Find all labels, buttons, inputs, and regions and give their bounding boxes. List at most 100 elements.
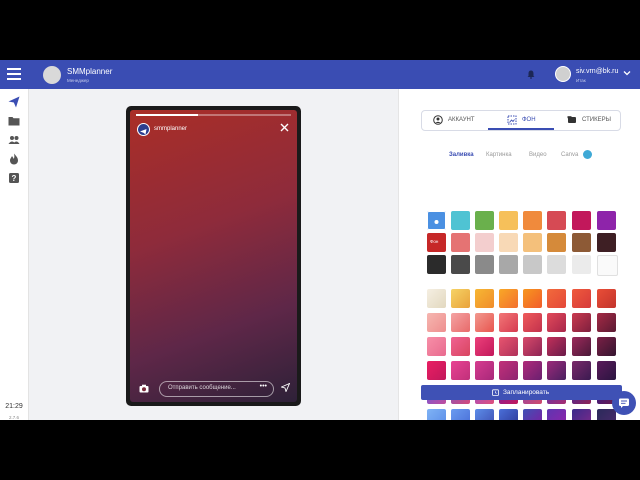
- color-swatch[interactable]: [597, 211, 616, 230]
- close-icon[interactable]: [280, 123, 289, 132]
- gradient-swatch[interactable]: [597, 289, 616, 308]
- subtab-canva[interactable]: Canva: [561, 152, 578, 158]
- fire-icon[interactable]: [8, 153, 20, 165]
- gradient-swatch[interactable]: [427, 289, 446, 308]
- gradient-swatch[interactable]: [499, 313, 518, 332]
- tab-stickers[interactable]: СТИКЕРЫ: [554, 111, 620, 130]
- bell-icon[interactable]: [527, 70, 535, 79]
- color-swatch[interactable]: [523, 211, 542, 230]
- gradient-swatch[interactable]: [597, 313, 616, 332]
- color-swatch[interactable]: [572, 255, 591, 274]
- gradient-swatch[interactable]: [427, 313, 446, 332]
- gradient-swatch[interactable]: [523, 289, 542, 308]
- color-swatch[interactable]: [451, 211, 470, 230]
- color-swatch[interactable]: [597, 255, 618, 276]
- user-avatar[interactable]: [555, 66, 571, 82]
- gradient-swatch[interactable]: [547, 289, 566, 308]
- project-name[interactable]: SMMplanner: [67, 67, 112, 76]
- project-avatar[interactable]: [43, 66, 61, 84]
- gradient-swatch[interactable]: [572, 361, 591, 380]
- gradient-swatch[interactable]: [572, 289, 591, 308]
- chat-button[interactable]: [612, 391, 636, 415]
- schedule-button[interactable]: Запланировать: [421, 385, 622, 400]
- background-icon: [507, 115, 517, 125]
- gradient-swatch[interactable]: [597, 337, 616, 356]
- gradient-swatch[interactable]: [475, 313, 494, 332]
- paper-plane-icon[interactable]: [281, 383, 290, 392]
- story-account-avatar: [137, 123, 150, 136]
- color-swatch[interactable]: [572, 211, 591, 230]
- gradient-swatch[interactable]: [499, 337, 518, 356]
- gradient-swatch[interactable]: [475, 337, 494, 356]
- menu-icon[interactable]: [7, 68, 21, 80]
- gradient-swatch[interactable]: [572, 313, 591, 332]
- gradient-swatch[interactable]: [547, 337, 566, 356]
- gradient-swatch[interactable]: [475, 361, 494, 380]
- tab-background[interactable]: ФОН: [488, 111, 554, 130]
- gradient-swatch[interactable]: [427, 337, 446, 356]
- gradient-swatch[interactable]: [451, 361, 470, 380]
- camera-icon[interactable]: [139, 384, 149, 393]
- send-icon[interactable]: [8, 96, 20, 108]
- gradient-swatch[interactable]: [547, 361, 566, 380]
- gradient-swatch[interactable]: [475, 409, 494, 420]
- gradient-swatch[interactable]: [572, 337, 591, 356]
- color-swatch[interactable]: [547, 233, 566, 252]
- gradient-swatch[interactable]: [597, 361, 616, 380]
- color-swatch[interactable]: [547, 211, 566, 230]
- tab-account[interactable]: АККАУНТ: [422, 111, 488, 130]
- editor-tabs: АККАУНТ ФОН СТИКЕРЫ: [421, 110, 621, 131]
- color-swatch[interactable]: [523, 233, 542, 252]
- chevron-down-icon[interactable]: [623, 69, 631, 77]
- gradient-swatch[interactable]: [523, 313, 542, 332]
- folder-icon[interactable]: [8, 115, 20, 127]
- gradient-swatch[interactable]: [451, 289, 470, 308]
- subtab-fill[interactable]: Заливка: [449, 152, 474, 158]
- gradient-swatch[interactable]: [523, 409, 542, 420]
- color-swatch[interactable]: [499, 233, 518, 252]
- gradient-swatch[interactable]: [451, 337, 470, 356]
- color-swatch[interactable]: [499, 255, 518, 274]
- gradient-swatch[interactable]: [427, 361, 446, 380]
- color-swatch[interactable]: [547, 255, 566, 274]
- gradient-swatch[interactable]: [499, 409, 518, 420]
- help-icon[interactable]: ?: [8, 172, 20, 184]
- color-swatch[interactable]: [475, 211, 494, 230]
- color-swatch[interactable]: [427, 255, 446, 274]
- subtab-video[interactable]: Видео: [529, 152, 547, 158]
- reply-input[interactable]: Отправить сообщение... •••: [159, 381, 274, 397]
- color-swatch[interactable]: [475, 255, 494, 274]
- user-email[interactable]: siv.vrn@bk.ru: [576, 68, 618, 75]
- gradient-swatch[interactable]: [523, 337, 542, 356]
- gradient-swatch[interactable]: [572, 409, 591, 420]
- app-window: SMMplanner Менеджер siv.vrn@bk.ru Итак ?…: [0, 60, 640, 420]
- color-swatch[interactable]: [523, 255, 542, 274]
- color-swatch[interactable]: [475, 233, 494, 252]
- calendar-clock-icon: [492, 389, 499, 396]
- gradient-swatch[interactable]: [451, 313, 470, 332]
- color-swatch[interactable]: Фон: [427, 233, 446, 252]
- gradient-swatch[interactable]: [499, 361, 518, 380]
- color-swatch[interactable]: [451, 255, 470, 274]
- gradient-swatch[interactable]: [451, 409, 470, 420]
- sidebar: ? 21:29 2.7.6: [0, 89, 29, 420]
- more-icon[interactable]: •••: [260, 383, 267, 390]
- color-swatch[interactable]: [499, 211, 518, 230]
- color-swatch[interactable]: [572, 233, 591, 252]
- color-swatch[interactable]: [451, 233, 470, 252]
- gradient-swatch[interactable]: [547, 409, 566, 420]
- account-icon: [433, 115, 443, 125]
- gradient-swatch[interactable]: [523, 361, 542, 380]
- gradient-swatch[interactable]: [427, 409, 446, 420]
- gradient-swatch[interactable]: [475, 289, 494, 308]
- telegram-icon: [140, 129, 147, 135]
- subtab-picture[interactable]: Картинка: [486, 152, 512, 158]
- svg-text:?: ?: [12, 174, 17, 183]
- color-swatch[interactable]: [427, 211, 446, 230]
- color-swatch[interactable]: [597, 233, 616, 252]
- story-progress-fill: [136, 114, 198, 116]
- users-icon[interactable]: [8, 134, 20, 146]
- gradient-swatch[interactable]: [499, 289, 518, 308]
- gradient-swatch[interactable]: [547, 313, 566, 332]
- top-bar: SMMplanner Менеджер siv.vrn@bk.ru Итак: [0, 60, 640, 89]
